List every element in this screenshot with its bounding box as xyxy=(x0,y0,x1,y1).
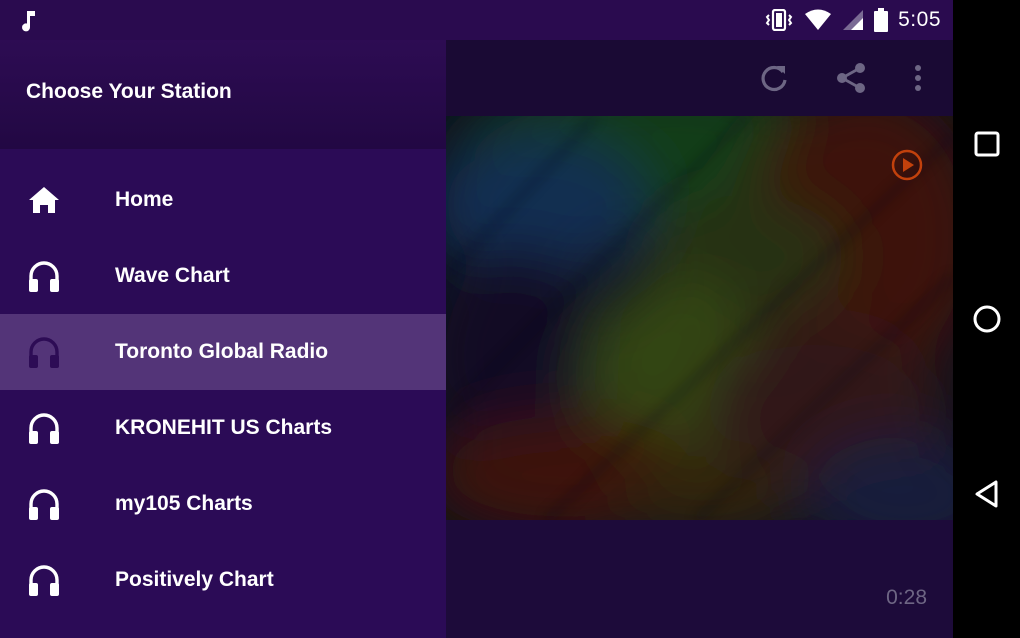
headphones-icon xyxy=(29,489,59,520)
station-menu: Home Wave Chart Toronto Global Radio KRO… xyxy=(0,162,446,618)
headphones-icon xyxy=(29,337,59,368)
menu-item-label: Wave Chart xyxy=(115,264,230,287)
menu-item-label: Toronto Global Radio xyxy=(115,340,329,363)
album-art-image xyxy=(446,116,953,520)
share-icon[interactable] xyxy=(833,60,869,96)
wifi-icon xyxy=(805,9,832,30)
status-bar: 5:05 xyxy=(0,0,953,40)
menu-item-kronehit-us-charts[interactable]: KRONEHIT US Charts xyxy=(0,390,446,466)
battery-icon xyxy=(874,8,889,32)
menu-item-label: Positively Chart xyxy=(115,568,274,591)
menu-item-toronto-global-radio[interactable]: Toronto Global Radio xyxy=(0,314,446,390)
home-icon xyxy=(29,187,59,213)
back-triangle-icon[interactable] xyxy=(967,474,1007,514)
menu-item-my105-charts[interactable]: my105 Charts xyxy=(0,466,446,542)
menu-item-label: KRONEHIT US Charts xyxy=(115,416,333,439)
home-circle-icon[interactable] xyxy=(967,299,1007,339)
recents-square-icon[interactable] xyxy=(967,124,1007,164)
more-vert-icon[interactable] xyxy=(900,60,936,96)
play-circle-icon[interactable] xyxy=(890,148,924,182)
refresh-icon[interactable] xyxy=(756,60,792,96)
status-icons: 5:05 xyxy=(764,6,941,34)
music-note-icon xyxy=(22,11,35,32)
album-art xyxy=(446,116,953,520)
menu-item-wave-chart[interactable]: Wave Chart xyxy=(0,238,446,314)
menu-item-positively-chart[interactable]: Positively Chart xyxy=(0,542,446,618)
menu-item-home[interactable]: Home xyxy=(0,162,446,238)
drawer-title: Choose Your Station xyxy=(26,80,232,103)
menu-item-label: Home xyxy=(115,188,174,211)
app-screen: 5:05 0:28 Choose Your Station Home Wave … xyxy=(0,0,953,638)
drawer-header: Choose Your Station xyxy=(0,40,446,149)
toolbar xyxy=(446,40,953,116)
main-content: 0:28 xyxy=(446,40,953,638)
headphones-icon xyxy=(29,565,59,596)
system-nav-bar xyxy=(953,0,1020,638)
cell-signal-icon xyxy=(843,10,864,30)
headphones-icon xyxy=(29,261,59,292)
navigation-drawer: Choose Your Station Home Wave Chart Toro… xyxy=(0,40,446,638)
player-controls: 0:28 xyxy=(446,520,953,638)
elapsed-time: 0:28 xyxy=(886,586,927,609)
vibrate-icon xyxy=(765,9,793,31)
headphones-icon xyxy=(29,413,59,444)
clock: 5:05 xyxy=(898,8,941,31)
menu-item-label: my105 Charts xyxy=(115,492,253,515)
